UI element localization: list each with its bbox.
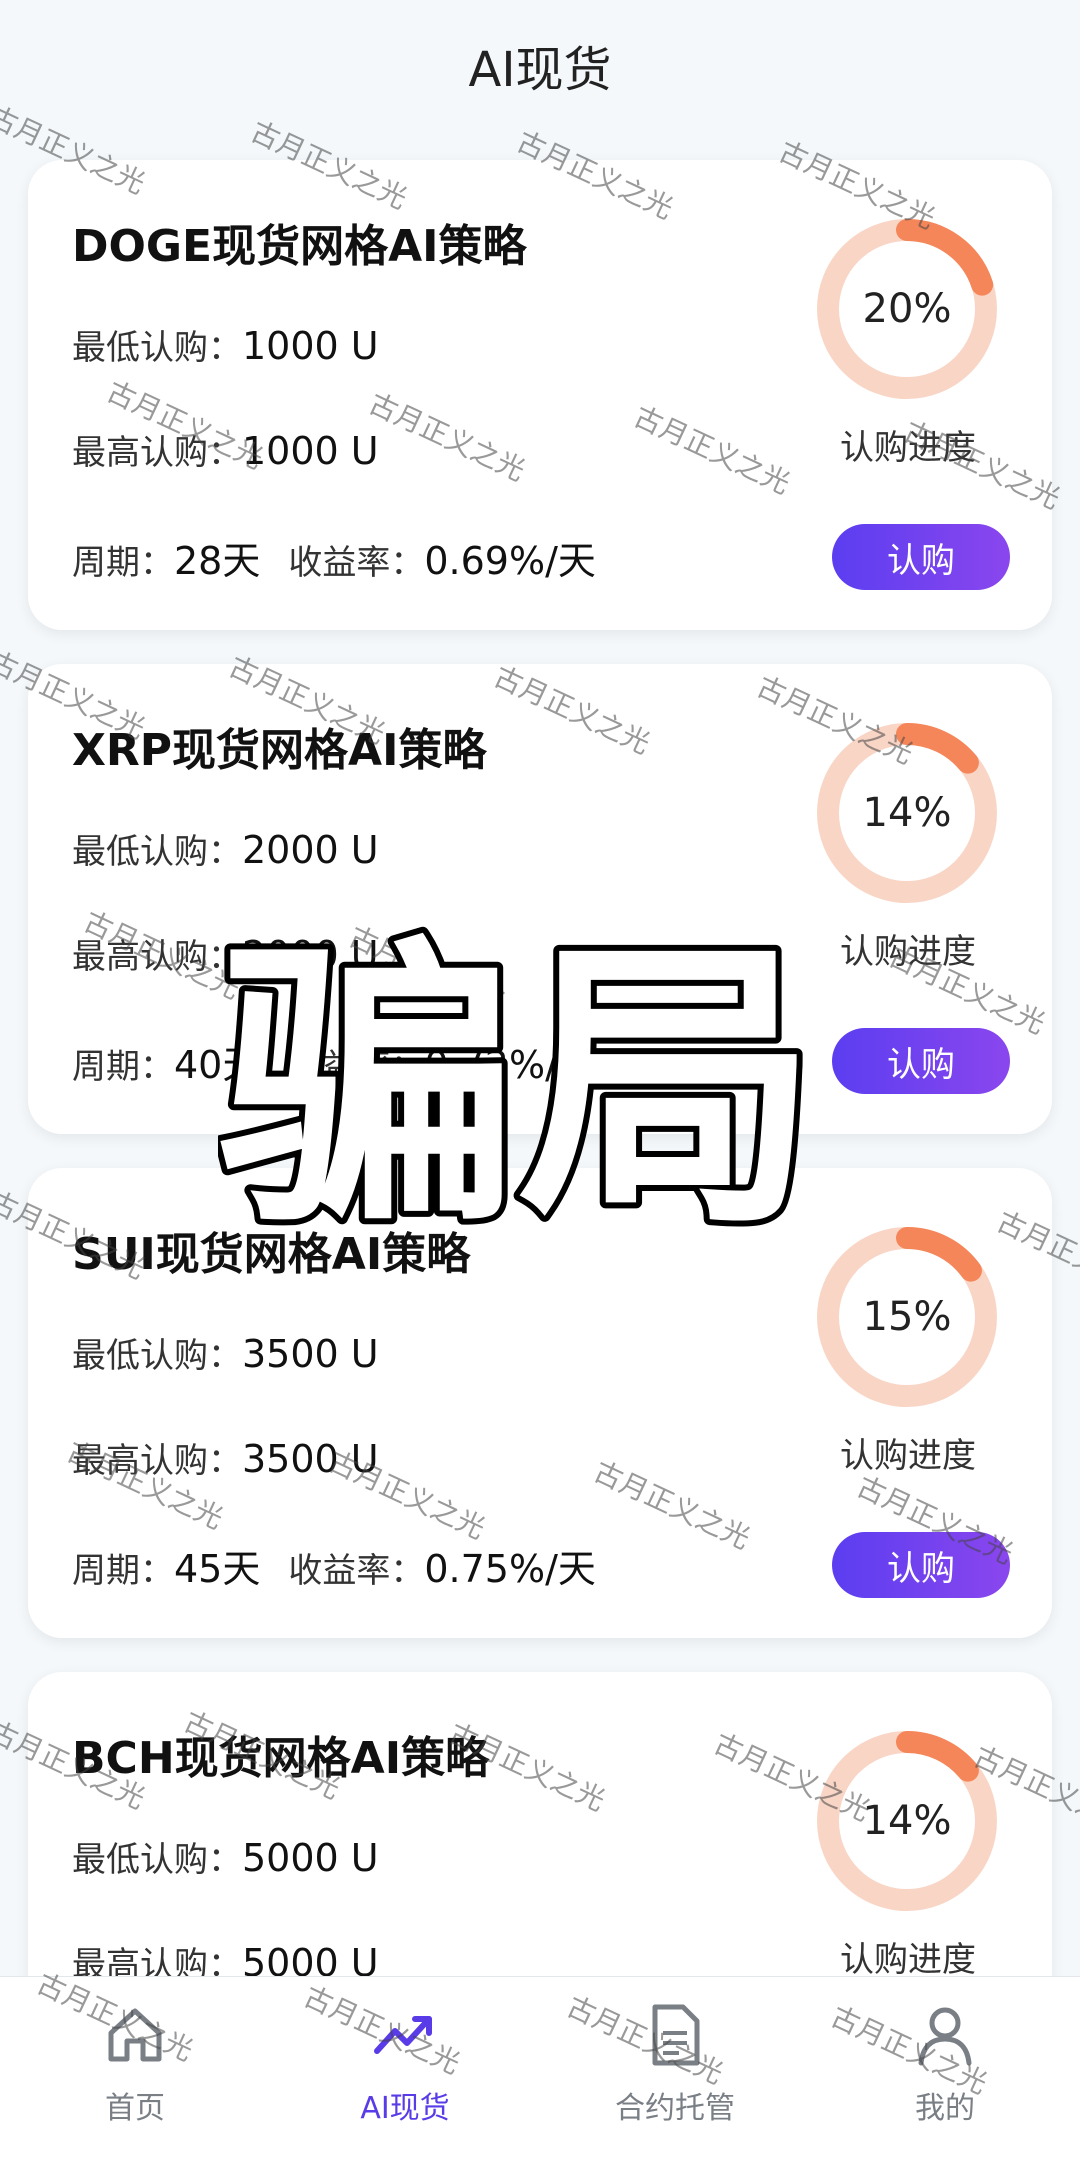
- max-subscription-row: 最高认购：3500 U: [72, 1433, 379, 1482]
- min-subscription-row: 最低认购：1000 U: [72, 320, 379, 369]
- tab-label: 合约托管: [615, 2091, 735, 2126]
- max-label: 最高认购：: [72, 1441, 242, 1481]
- tab-mine[interactable]: 我的: [810, 1977, 1080, 2165]
- max-value: 2000 U: [242, 933, 379, 977]
- tab-home[interactable]: 首页: [0, 1977, 270, 2165]
- progress-label: 认购进度: [840, 1436, 976, 1476]
- period-label: 周期：: [72, 1551, 174, 1591]
- strategy-card-sui: SUI现货网格AI策略 最低认购：3500 U 最高认购：3500 U 周期：4…: [28, 1168, 1052, 1638]
- tab-label: 我的: [915, 2091, 975, 2126]
- min-subscription-row: 最低认购：5000 U: [72, 1832, 379, 1881]
- strategy-title: DOGE现货网格AI策略: [72, 221, 527, 272]
- period-value: 40天: [174, 1043, 261, 1087]
- rate-value: 0.75%/天: [424, 1547, 596, 1591]
- rate-label: 收益率：: [288, 543, 425, 583]
- strategy-card-xrp: XRP现货网格AI策略 最低认购：2000 U 最高认购：2000 U 周期：4…: [28, 664, 1052, 1134]
- min-subscription-row: 最低认购：3500 U: [72, 1328, 379, 1377]
- progress-percent: 20%: [862, 286, 952, 332]
- min-subscription-row: 最低认购：2000 U: [72, 824, 379, 873]
- bottom-tab-bar: 首页 AI现货 合约托管 我的: [0, 1976, 1080, 2165]
- min-value: 1000 U: [242, 324, 379, 368]
- max-value: 1000 U: [242, 429, 379, 473]
- subscribe-button[interactable]: 认购: [832, 524, 1010, 590]
- min-label: 最低认购：: [72, 832, 242, 872]
- progress-ring: 14%: [816, 722, 998, 904]
- tab-label: AI现货: [360, 2091, 450, 2126]
- rate-label: 收益率：: [288, 1047, 425, 1087]
- page-title: AI现货: [468, 42, 612, 98]
- min-value: 5000 U: [242, 1836, 379, 1880]
- min-label: 最低认购：: [72, 328, 242, 368]
- period-value: 28天: [174, 539, 261, 583]
- period-label: 周期：: [72, 543, 174, 583]
- progress-ring: 14%: [816, 1730, 998, 1912]
- max-subscription-row: 最高认购：2000 U: [72, 929, 379, 978]
- progress-percent: 14%: [862, 790, 952, 836]
- progress-label: 认购进度: [840, 1940, 976, 1980]
- tab-contract-custody[interactable]: 合约托管: [540, 1977, 810, 2165]
- progress-ring: 20%: [816, 218, 998, 400]
- period-label: 周期：: [72, 1047, 174, 1087]
- period-rate-row: 周期：40天 收益率：0.72%/天: [72, 1034, 596, 1089]
- strategy-title: BCH现货网格AI策略: [72, 1733, 490, 1784]
- strategy-title: XRP现货网格AI策略: [72, 725, 487, 776]
- progress-percent: 15%: [862, 1294, 952, 1340]
- min-value: 3500 U: [242, 1332, 379, 1376]
- min-label: 最低认购：: [72, 1840, 242, 1880]
- max-subscription-row: 最高认购：1000 U: [72, 425, 379, 474]
- min-value: 2000 U: [242, 828, 379, 872]
- progress-percent: 14%: [862, 1798, 952, 1844]
- period-value: 45天: [174, 1547, 261, 1591]
- min-label: 最低认购：: [72, 1336, 242, 1376]
- subscribe-button[interactable]: 认购: [832, 1028, 1010, 1094]
- tab-label: 首页: [105, 2091, 165, 2126]
- rate-value: 0.69%/天: [424, 539, 596, 583]
- subscribe-button[interactable]: 认购: [832, 1532, 1010, 1598]
- rate-value: 0.72%/天: [424, 1043, 596, 1087]
- max-value: 3500 U: [242, 1437, 379, 1481]
- max-label: 最高认购：: [72, 433, 242, 473]
- progress-ring: 15%: [816, 1226, 998, 1408]
- rate-label: 收益率：: [288, 1551, 425, 1591]
- strategy-card-doge: DOGE现货网格AI策略 最低认购：1000 U 最高认购：1000 U 周期：…: [28, 160, 1052, 630]
- period-rate-row: 周期：45天 收益率：0.75%/天: [72, 1538, 596, 1593]
- period-rate-row: 周期：28天 收益率：0.69%/天: [72, 530, 596, 585]
- strategy-title: SUI现货网格AI策略: [72, 1229, 471, 1280]
- progress-label: 认购进度: [840, 932, 976, 972]
- trend-chart-icon: [374, 2016, 432, 2054]
- max-label: 最高认购：: [72, 937, 242, 977]
- progress-label: 认购进度: [840, 428, 976, 468]
- user-icon: [918, 2007, 972, 2066]
- tab-ai-spot[interactable]: AI现货: [270, 1977, 540, 2165]
- home-icon: [108, 2008, 162, 2062]
- document-icon: [652, 2004, 700, 2066]
